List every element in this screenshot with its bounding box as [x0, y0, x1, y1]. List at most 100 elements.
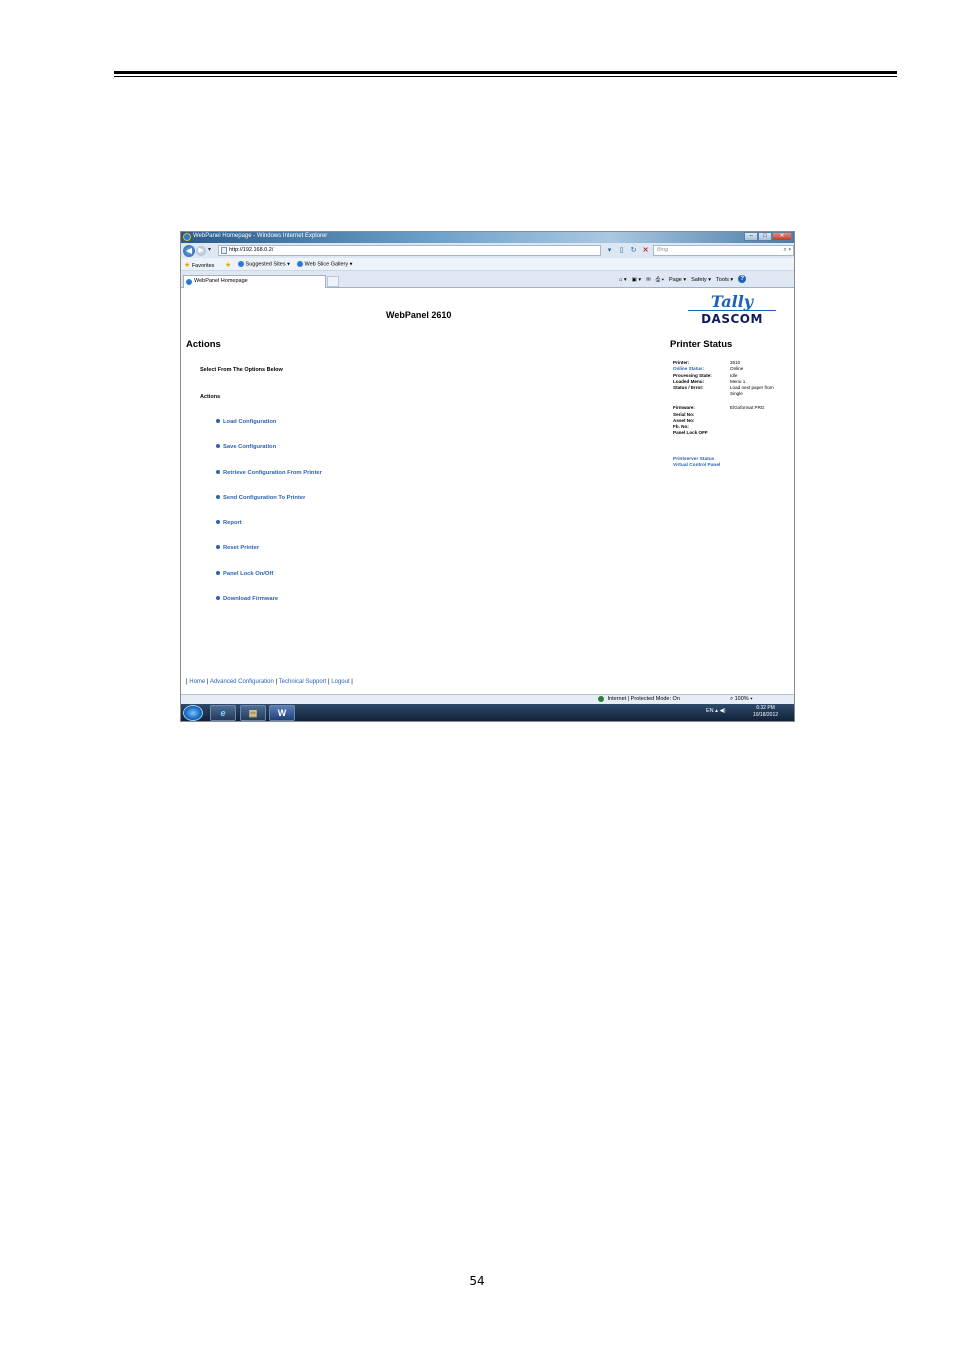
status-value: Idle	[730, 373, 738, 378]
status-value: ElGoformat PRG	[730, 405, 765, 410]
language-indicator[interactable]: EN	[706, 708, 714, 714]
globe-icon	[598, 695, 604, 702]
safety-menu[interactable]: Safety ▾	[691, 275, 711, 285]
history-dropdown-icon[interactable]: ▾	[208, 246, 211, 253]
logout-link[interactable]: Logout	[331, 679, 349, 685]
clock-date: 10/18/2012	[753, 712, 779, 718]
virtual-control-panel-link[interactable]: Virtual Control Panel	[673, 463, 720, 468]
panel-lock-link[interactable]: Panel Lock On/Off	[216, 571, 273, 577]
home-link[interactable]: Home	[189, 679, 205, 685]
logo-tally-text: Tally	[710, 292, 754, 311]
star-icon: ★	[184, 262, 191, 269]
page-menu[interactable]: Page ▾	[669, 275, 686, 285]
send-configuration-link[interactable]: Send Configuration To Printer	[216, 495, 305, 501]
feeds-icon[interactable]: ▣ ▾	[632, 275, 642, 285]
actions-heading: Actions	[186, 339, 221, 350]
bullet-icon	[216, 495, 220, 500]
tab-webpanel-homepage[interactable]: WebPanel Homepage	[183, 275, 326, 288]
page-icon	[221, 247, 227, 254]
search-placeholder: Bing	[657, 247, 669, 253]
taskbar-ie-icon[interactable]: e	[210, 705, 236, 721]
windows-taskbar: e ▤ W EN ▴ ◀) 6:32 PM 10/18/2012	[181, 704, 794, 721]
home-icon[interactable]: ⌂ ▾	[619, 275, 627, 285]
reset-printer-link[interactable]: Reset Printer	[216, 545, 259, 551]
action-label: Retrieve Configuration From Printer	[223, 470, 322, 476]
command-bar: ⌂ ▾ ▣ ▾ ✉ ⎙ ▾ Page ▾ Safety ▾ Tools ▾ ?	[619, 275, 747, 285]
status-row-panel-lock: Panel Lock OFF	[673, 430, 730, 436]
save-configuration-link[interactable]: Save Configuration	[216, 444, 276, 450]
status-value: 2610	[730, 360, 741, 365]
footer-nav: | Home | Advanced Configuration | Techni…	[186, 679, 353, 685]
actions-label: Actions	[200, 394, 221, 400]
system-clock[interactable]: 6:32 PM 10/18/2012	[753, 705, 778, 719]
minimize-button[interactable]: –	[744, 232, 758, 241]
stop-icon[interactable]: ✕	[641, 245, 650, 256]
new-tab-button[interactable]	[327, 276, 339, 287]
forward-arrow-icon[interactable]: ▶	[196, 246, 206, 256]
close-button[interactable]: ✕	[772, 232, 792, 241]
bullet-icon	[216, 571, 220, 576]
volume-icon[interactable]: ◀)	[719, 708, 725, 714]
action-label: Panel Lock On/Off	[223, 571, 274, 577]
search-input[interactable]: Bing ⌕ ▾	[653, 245, 794, 256]
status-value: Load next paper from	[730, 385, 774, 390]
advanced-configuration-link[interactable]: Advanced Configuration	[210, 679, 274, 685]
add-favorite-icon[interactable]: ★	[225, 261, 231, 269]
start-button[interactable]	[183, 705, 203, 721]
taskbar-explorer-icon[interactable]: ▤	[240, 705, 266, 721]
page-title: WebPanel 2610	[386, 310, 452, 320]
action-label: Save Configuration	[223, 444, 277, 450]
clock-time: 6:32 PM	[756, 705, 775, 711]
help-icon[interactable]: ?	[738, 275, 747, 283]
status-value: Single	[730, 391, 743, 396]
action-label: Download Firmware	[223, 596, 279, 602]
window-title-bar: WebPanel Homepage - Windows Internet Exp…	[181, 232, 794, 243]
load-configuration-link[interactable]: Load Configuration	[216, 419, 276, 425]
favorites-label: Favorites	[191, 263, 215, 269]
browser-status-bar: Internet | Protected Mode: On ⌕ 100% ▾	[181, 694, 794, 704]
ie-page-icon	[238, 261, 244, 267]
security-zone[interactable]: Internet | Protected Mode: On	[598, 695, 680, 704]
bullet-icon	[216, 419, 220, 424]
bullet-icon	[216, 596, 220, 601]
zoom-control[interactable]: ⌕ 100% ▾	[730, 695, 753, 704]
status-value: Online	[730, 366, 744, 371]
technical-support-link[interactable]: Technical Support	[279, 679, 327, 685]
status-label[interactable]: Online Status:	[673, 366, 730, 372]
header-rule-thin	[114, 76, 897, 77]
action-label: Report	[223, 520, 242, 526]
mail-icon[interactable]: ✉	[646, 275, 651, 285]
ie-logo-icon	[183, 233, 191, 241]
report-link[interactable]: Report	[216, 520, 242, 526]
search-icon[interactable]: ⌕ ▾	[783, 246, 791, 255]
suggested-sites-link[interactable]: Suggested Sites ▾	[238, 261, 290, 267]
action-label: Load Configuration	[223, 419, 277, 425]
refresh-icon[interactable]: ↻	[629, 245, 638, 256]
webpanel-page: WebPanel 2610 Tally DASCOM Actions Selec…	[181, 288, 794, 694]
status-row-error-cont: Single	[673, 391, 743, 397]
status-row-firmware: Firmware: ElGoformat PRG	[673, 405, 764, 411]
tab-label: WebPanel Homepage	[194, 278, 248, 284]
favorites-button[interactable]: ★ Favorites	[184, 261, 214, 269]
url-input[interactable]: http://192.168.0.2/	[218, 245, 601, 256]
status-label: Firmware:	[673, 405, 695, 410]
dropdown-icon[interactable]: ▾	[605, 245, 614, 256]
system-tray: EN ▴ ◀)	[706, 708, 726, 714]
url-text: http://192.168.0.2/	[229, 247, 274, 253]
back-arrow-icon[interactable]: ◀	[183, 245, 195, 257]
bullet-icon	[216, 520, 220, 525]
select-instructions: Select From The Options Below	[200, 367, 283, 373]
compatibility-icon[interactable]: ▯	[617, 245, 626, 256]
ie-page-icon	[297, 261, 303, 267]
tools-menu[interactable]: Tools ▾	[716, 275, 733, 285]
web-slice-gallery-link[interactable]: Web Slice Gallery ▾	[297, 261, 352, 267]
tally-dascom-logo: Tally DASCOM	[688, 294, 776, 330]
retrieve-configuration-link[interactable]: Retrieve Configuration From Printer	[216, 470, 322, 476]
logo-dascom-text: DASCOM	[688, 310, 776, 327]
taskbar-word-icon[interactable]: W	[269, 705, 295, 721]
printserver-status-link[interactable]: Printserver Status	[673, 457, 714, 462]
print-icon[interactable]: ⎙ ▾	[656, 275, 664, 285]
bullet-icon	[216, 470, 220, 475]
download-firmware-link[interactable]: Download Firmware	[216, 596, 278, 602]
maximize-button[interactable]: □	[758, 232, 772, 241]
